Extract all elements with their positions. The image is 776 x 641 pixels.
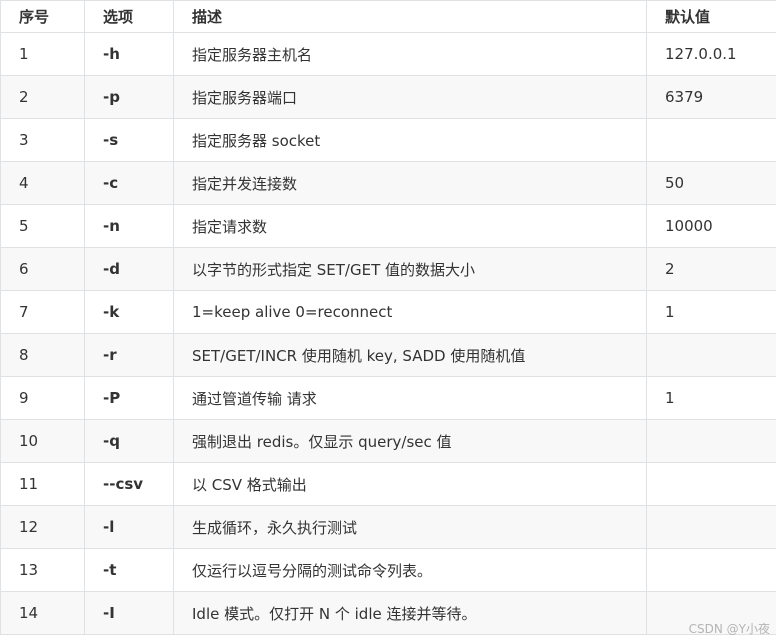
cell-index: 2	[0, 75, 85, 119]
cell-description: 指定并发连接数	[173, 161, 647, 205]
header-description: 描述	[173, 0, 647, 33]
cell-option: -P	[84, 376, 174, 420]
cell-description: 通过管道传输 请求	[173, 376, 647, 420]
table-row: 6 -d 以字节的形式指定 SET/GET 值的数据大小 2	[0, 247, 776, 291]
cell-index: 1	[0, 32, 85, 76]
cell-option: -s	[84, 118, 174, 162]
cell-default: 1	[646, 376, 776, 420]
cell-description: 1=keep alive 0=reconnect	[173, 290, 647, 334]
cell-description: 指定服务器 socket	[173, 118, 647, 162]
table-header-row: 序号 选项 描述 默认值	[0, 0, 776, 33]
cell-option: -d	[84, 247, 174, 291]
cell-index: 11	[0, 462, 85, 506]
table-row: 4 -c 指定并发连接数 50	[0, 161, 776, 205]
cell-description: 以 CSV 格式输出	[173, 462, 647, 506]
header-default: 默认值	[646, 0, 776, 33]
header-option: 选项	[84, 0, 174, 33]
cell-option: -r	[84, 333, 174, 377]
cell-description: 以字节的形式指定 SET/GET 值的数据大小	[173, 247, 647, 291]
cell-option: -I	[84, 591, 174, 635]
table-row: 2 -p 指定服务器端口 6379	[0, 75, 776, 119]
cell-option: -k	[84, 290, 174, 334]
table-row: 13 -t 仅运行以逗号分隔的测试命令列表。	[0, 548, 776, 592]
cell-index: 3	[0, 118, 85, 162]
cell-option: --csv	[84, 462, 174, 506]
cell-description: SET/GET/INCR 使用随机 key, SADD 使用随机值	[173, 333, 647, 377]
table-row: 10 -q 强制退出 redis。仅显示 query/sec 值	[0, 419, 776, 463]
cell-description: 强制退出 redis。仅显示 query/sec 值	[173, 419, 647, 463]
cell-index: 13	[0, 548, 85, 592]
cell-index: 9	[0, 376, 85, 420]
cell-description: 指定服务器端口	[173, 75, 647, 119]
cell-default	[646, 333, 776, 377]
watermark: CSDN @Y小夜	[688, 622, 770, 636]
cell-option: -q	[84, 419, 174, 463]
cell-description: 指定服务器主机名	[173, 32, 647, 76]
cell-default	[646, 118, 776, 162]
cell-index: 7	[0, 290, 85, 334]
cell-index: 12	[0, 505, 85, 549]
table-row: 14 -I Idle 模式。仅打开 N 个 idle 连接并等待。	[0, 591, 776, 635]
cell-default	[646, 419, 776, 463]
cell-default: 1	[646, 290, 776, 334]
cell-description: Idle 模式。仅打开 N 个 idle 连接并等待。	[173, 591, 647, 635]
cell-default	[646, 548, 776, 592]
cell-option: -h	[84, 32, 174, 76]
cell-default: 127.0.0.1	[646, 32, 776, 76]
cell-description: 生成循环，永久执行测试	[173, 505, 647, 549]
cell-option: -c	[84, 161, 174, 205]
header-index: 序号	[0, 0, 85, 33]
cell-index: 8	[0, 333, 85, 377]
cell-option: -n	[84, 204, 174, 248]
table-row: 5 -n 指定请求数 10000	[0, 204, 776, 248]
cell-default: 50	[646, 161, 776, 205]
table-row: 1 -h 指定服务器主机名 127.0.0.1	[0, 32, 776, 76]
cell-index: 14	[0, 591, 85, 635]
cell-index: 6	[0, 247, 85, 291]
cell-index: 4	[0, 161, 85, 205]
cell-option: -l	[84, 505, 174, 549]
cell-description: 指定请求数	[173, 204, 647, 248]
cell-default: 6379	[646, 75, 776, 119]
options-table-container: 序号 选项 描述 默认值 1 -h 指定服务器主机名 127.0.0.1 2 -p 指定服务…	[0, 0, 776, 641]
cell-index: 10	[0, 419, 85, 463]
cell-default: 10000	[646, 204, 776, 248]
cell-default	[646, 505, 776, 549]
table-row: 7 -k 1=keep alive 0=reconnect 1	[0, 290, 776, 334]
cell-default	[646, 462, 776, 506]
table-row: 8 -r SET/GET/INCR 使用随机 key, SADD 使用随机值	[0, 333, 776, 377]
table-row: 3 -s 指定服务器 socket	[0, 118, 776, 162]
table-row: 9 -P 通过管道传输 请求 1	[0, 376, 776, 420]
table-row: 12 -l 生成循环，永久执行测试	[0, 505, 776, 549]
cell-description: 仅运行以逗号分隔的测试命令列表。	[173, 548, 647, 592]
cell-index: 5	[0, 204, 85, 248]
cell-default: 2	[646, 247, 776, 291]
redis-benchmark-options-table: 序号 选项 描述 默认值 1 -h 指定服务器主机名 127.0.0.1 2 -p 指定服务…	[0, 0, 776, 635]
table-row: 11 --csv 以 CSV 格式输出	[0, 462, 776, 506]
cell-option: -t	[84, 548, 174, 592]
cell-option: -p	[84, 75, 174, 119]
